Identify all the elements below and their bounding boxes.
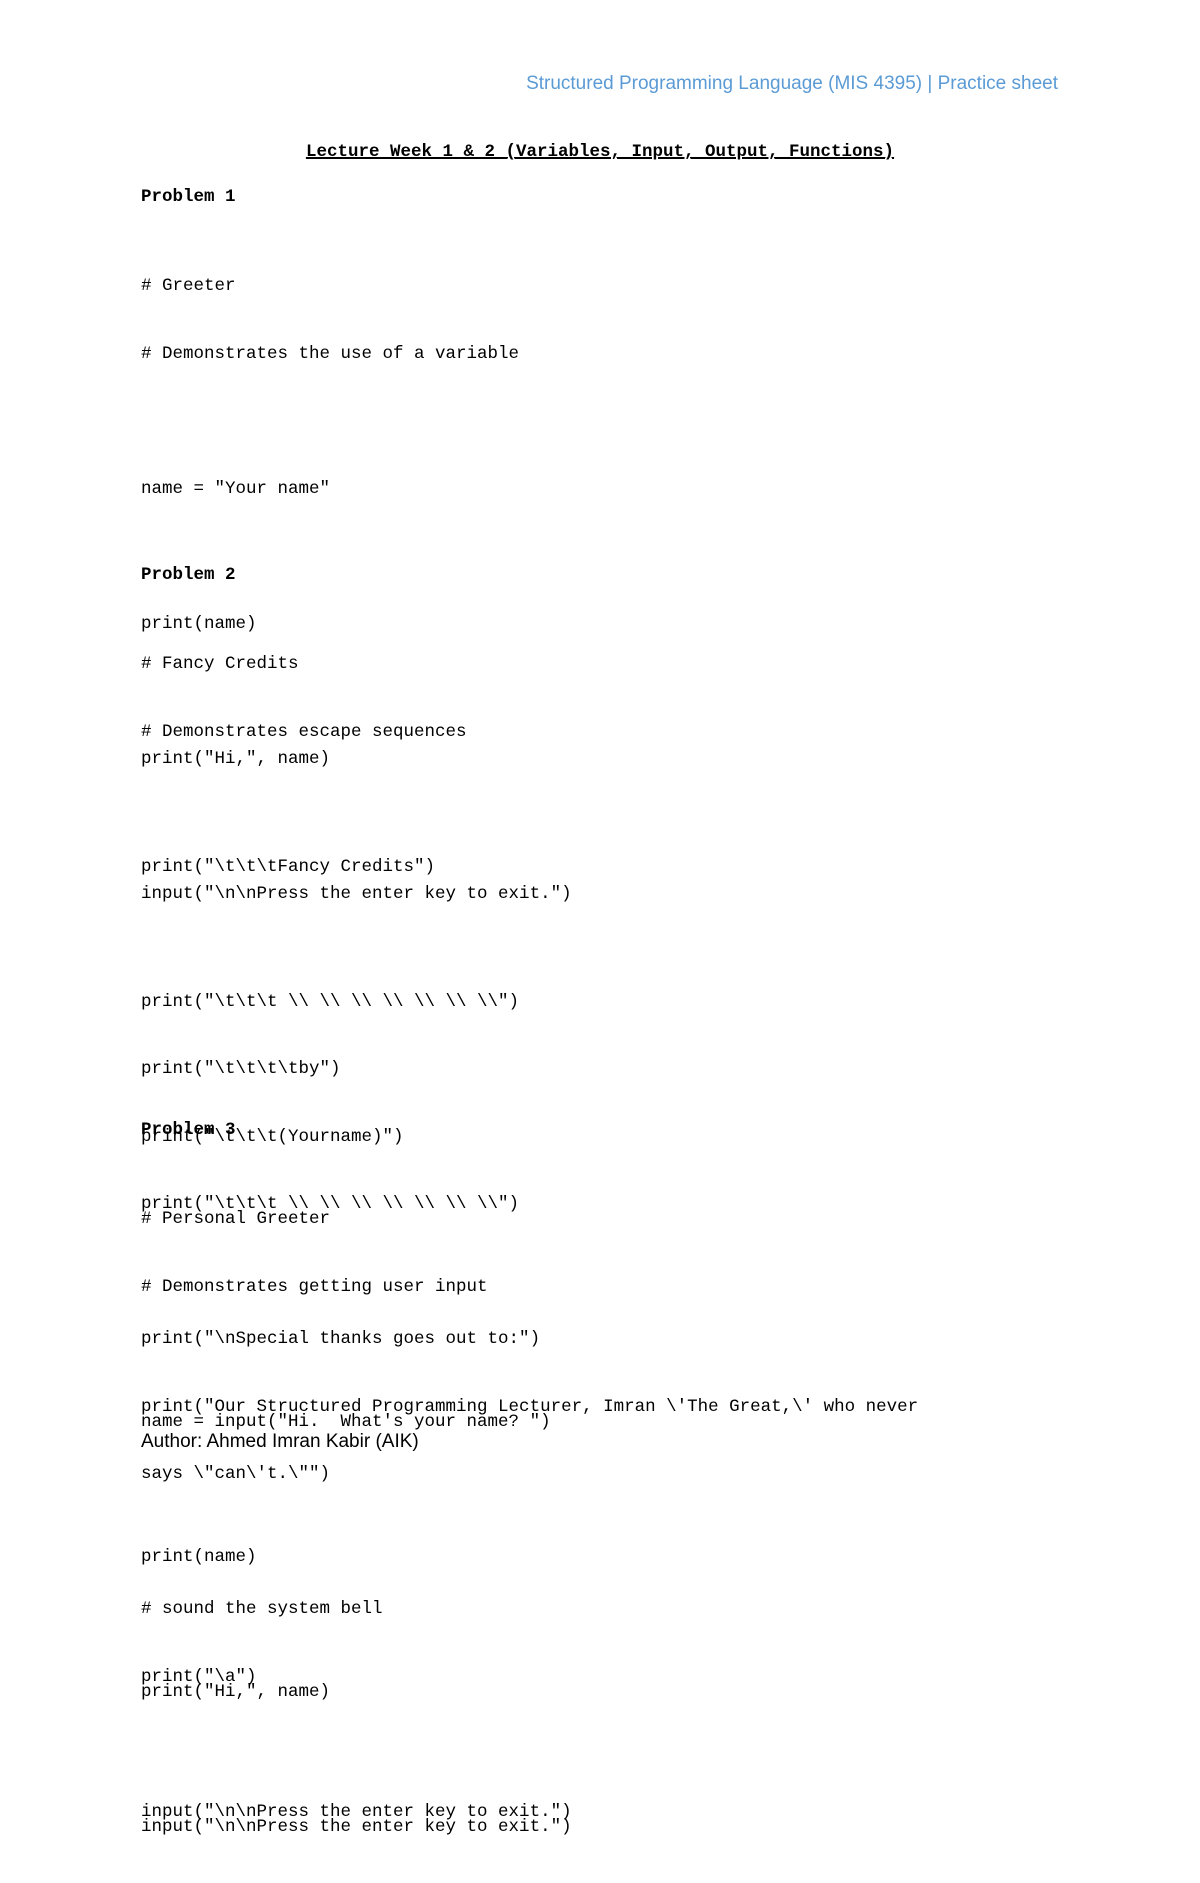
code-line: # Demonstrates getting user input [141,1276,488,1297]
code-line: name = input("Hi. What's your name? ") [141,1411,551,1432]
problem-title: Problem 1 [141,187,236,207]
code-line: print(name) [141,1546,257,1567]
document-title: Lecture Week 1 & 2 (Variables, Input, Ou… [0,142,1200,162]
code-line: # Greeter [141,276,236,296]
code-line: # Demonstrates the use of a variable [141,343,520,364]
code-line: # Personal Greeter [141,1209,331,1229]
page-header: Structured Programming Language (MIS 439… [526,73,1058,94]
code-line: # Demonstrates escape sequences [141,721,467,742]
problem-3-section: Problem 3 # Personal Greeter # Demonstra… [141,1119,572,1883]
code-line: print("\t\t\t\tby") [141,1059,341,1079]
code-line: print("\t\t\tFancy Credits") [141,856,436,877]
problem-title: Problem 3 [141,1120,236,1140]
problem-title: Problem 2 [141,565,236,585]
code-line: print("Hi,", name) [141,1681,331,1702]
code-line: input("\n\nPress the enter key to exit."… [141,1816,572,1837]
code-line: name = "Your name" [141,478,331,499]
author-line: Author: Ahmed Imran Kabir (AIK) [141,1431,419,1452]
code-line: # Fancy Credits [141,654,299,674]
code-block: # Personal Greeter # Demonstrates gettin… [141,1163,572,1883]
document-title-text: Lecture Week 1 & 2 (Variables, Input, Ou… [305,142,895,162]
code-line: print("\t\t\t \\ \\ \\ \\ \\ \\ \\") [141,991,520,1012]
